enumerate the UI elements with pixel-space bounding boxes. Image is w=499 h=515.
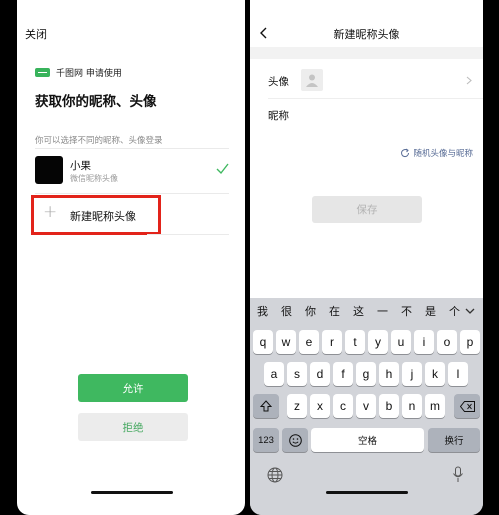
- left-screen: 关闭 千图网 申请使用 获取你的昵称、头像 你可以选择不同的昵称、头像登录 小果…: [17, 0, 245, 515]
- new-nickname-avatar-label: 新建昵称头像: [70, 210, 136, 223]
- candidate[interactable]: 很: [281, 303, 305, 319]
- microphone-icon[interactable]: [452, 466, 464, 483]
- shift-icon: [260, 400, 272, 412]
- candidate[interactable]: 不: [401, 303, 425, 319]
- profile-name: 小果: [70, 160, 91, 172]
- key-w[interactable]: w: [276, 330, 296, 354]
- divider: [35, 193, 229, 194]
- divider: [35, 148, 229, 149]
- key-o[interactable]: o: [437, 330, 457, 354]
- candidate[interactable]: 这: [353, 303, 377, 319]
- avatar-field-label: 头像: [268, 76, 289, 88]
- key-a[interactable]: a: [264, 362, 284, 386]
- key-f[interactable]: f: [333, 362, 353, 386]
- candidate-bar: 我 很 你 在 这 一 不 是 个: [250, 298, 483, 324]
- key-t[interactable]: t: [345, 330, 365, 354]
- key-r[interactable]: r: [322, 330, 342, 354]
- section-gap: [250, 47, 483, 59]
- deny-button[interactable]: 拒绝: [78, 413, 188, 441]
- numbers-key[interactable]: 123: [253, 428, 279, 452]
- key-e[interactable]: e: [299, 330, 319, 354]
- key-y[interactable]: y: [368, 330, 388, 354]
- app-logo-icon: [35, 68, 50, 77]
- key-s[interactable]: s: [287, 362, 307, 386]
- globe-icon[interactable]: [267, 467, 283, 483]
- key-d[interactable]: d: [310, 362, 330, 386]
- chevron-right-icon: [466, 76, 472, 85]
- backspace-icon: [459, 400, 475, 412]
- delete-key[interactable]: [454, 394, 480, 418]
- divider: [268, 98, 483, 99]
- key-v[interactable]: v: [356, 394, 376, 418]
- expand-candidates-icon[interactable]: [461, 302, 479, 320]
- key-p[interactable]: p: [460, 330, 480, 354]
- page-title: 获取你的昵称、头像: [35, 94, 157, 110]
- right-screen: 新建昵称头像 头像 昵称 随机头像与昵称 保存 我 很 你 在 这 一 不 是 …: [250, 0, 483, 515]
- key-k[interactable]: k: [425, 362, 445, 386]
- shift-key[interactable]: [253, 394, 279, 418]
- key-l[interactable]: l: [448, 362, 468, 386]
- random-avatar-nickname-link[interactable]: 随机头像与昵称: [400, 147, 473, 159]
- key-j[interactable]: j: [402, 362, 422, 386]
- key-u[interactable]: u: [391, 330, 411, 354]
- key-g[interactable]: g: [356, 362, 376, 386]
- page-subtitle: 你可以选择不同的昵称、头像登录: [35, 136, 163, 146]
- key-m[interactable]: m: [425, 394, 445, 418]
- allow-button[interactable]: 允许: [78, 374, 188, 402]
- new-nickname-avatar-option[interactable]: + 新建昵称头像: [31, 195, 161, 235]
- random-label: 随机头像与昵称: [413, 149, 473, 159]
- key-b[interactable]: b: [379, 394, 399, 418]
- candidate[interactable]: 我: [257, 303, 281, 319]
- key-h[interactable]: h: [379, 362, 399, 386]
- save-button[interactable]: 保存: [312, 196, 422, 223]
- key-z[interactable]: z: [287, 394, 307, 418]
- app-info: 千图网 申请使用: [35, 66, 122, 79]
- home-indicator[interactable]: [326, 491, 408, 494]
- emoji-icon: [288, 433, 302, 447]
- candidate[interactable]: 你: [305, 303, 329, 319]
- refresh-icon: [401, 148, 410, 158]
- avatar: [35, 156, 63, 184]
- avatar-picker[interactable]: [301, 69, 323, 91]
- key-i[interactable]: i: [414, 330, 434, 354]
- candidate[interactable]: 一: [377, 303, 401, 319]
- key-q[interactable]: q: [253, 330, 273, 354]
- keyboard: 我 很 你 在 这 一 不 是 个 q w e r t y u i o p a …: [250, 298, 483, 515]
- nickname-field-label[interactable]: 昵称: [268, 108, 289, 123]
- key-x[interactable]: x: [310, 394, 330, 418]
- profile-source: 微信昵称头像: [70, 174, 118, 183]
- candidate[interactable]: 是: [425, 303, 449, 319]
- divider: [147, 234, 229, 235]
- emoji-key[interactable]: [282, 428, 308, 452]
- checkmark-icon: [216, 163, 229, 175]
- page-title: 新建昵称头像: [333, 28, 400, 41]
- key-n[interactable]: n: [402, 394, 422, 418]
- home-indicator[interactable]: [91, 491, 173, 494]
- close-button[interactable]: 关闭: [25, 26, 47, 42]
- plus-icon: +: [43, 202, 58, 222]
- space-key[interactable]: 空格: [311, 428, 424, 452]
- person-icon: [306, 74, 318, 87]
- candidate[interactable]: 在: [329, 303, 353, 319]
- key-c[interactable]: c: [333, 394, 353, 418]
- app-request-text: 千图网 申请使用: [56, 69, 122, 79]
- return-key[interactable]: 换行: [428, 428, 480, 452]
- profile-option-wechat[interactable]: 小果 微信昵称头像: [35, 156, 229, 188]
